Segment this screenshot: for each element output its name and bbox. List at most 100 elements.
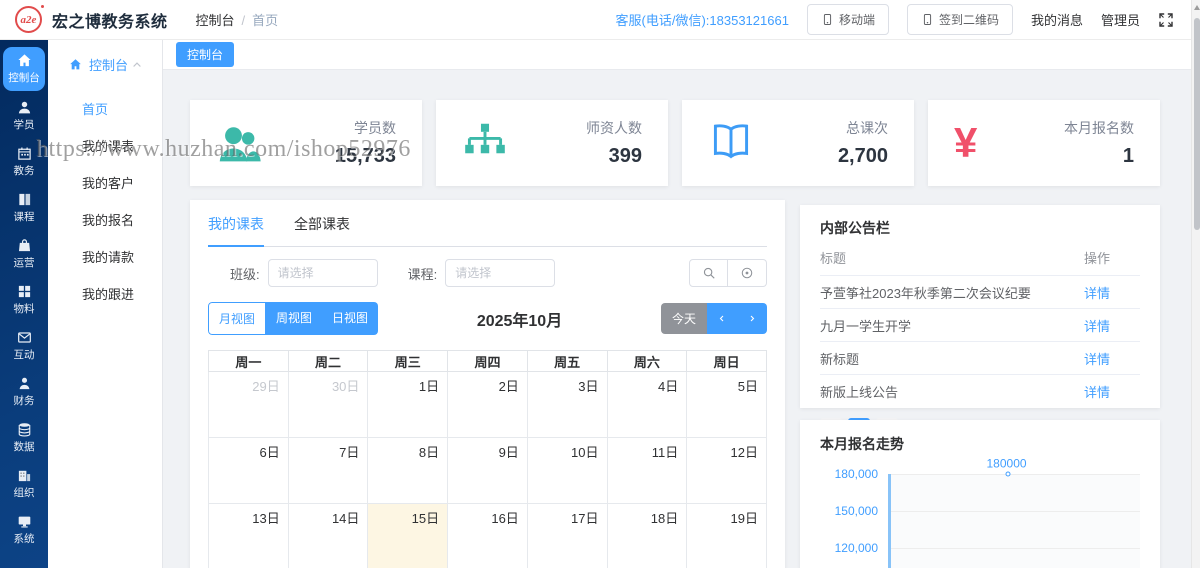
target-icon: [740, 266, 754, 280]
announcement-detail-link[interactable]: 详情: [1084, 316, 1140, 335]
sidebar-item-book[interactable]: 课程: [2, 187, 46, 229]
scrollbar-thumb[interactable]: [1193, 18, 1200, 230]
announcement-detail-link[interactable]: 详情: [1084, 382, 1140, 401]
calendar-day-cell[interactable]: 3日: [526, 371, 608, 438]
mobile-app-button[interactable]: 移动端: [806, 4, 889, 35]
reset-button[interactable]: [728, 259, 767, 287]
sidebar-item-database[interactable]: 数据: [2, 417, 46, 459]
calendar-day-cell[interactable]: 4日: [606, 371, 688, 438]
tab-strip: 控制台: [163, 40, 1192, 70]
sidebar-item-home[interactable]: 控制台: [3, 47, 45, 91]
calendar-day-cell[interactable]: 17日: [526, 503, 608, 568]
stat-card-students: 学员数 15,733: [190, 100, 422, 186]
weekday-header: 周五: [526, 350, 608, 372]
calendar-day-cell[interactable]: 7日: [287, 437, 369, 504]
calendar-day-cell[interactable]: 14日: [287, 503, 369, 568]
my-messages-link[interactable]: 我的消息: [1031, 10, 1083, 29]
calendar-toolbar: 月视图 周视图 日视图 2025年10月 今天: [208, 302, 767, 335]
calendar-day-cell[interactable]: 1日: [367, 371, 449, 438]
schedule-tab-1[interactable]: 全部课表: [294, 214, 350, 246]
stat-value: 15,733: [334, 145, 396, 167]
username-menu[interactable]: 管理员: [1101, 10, 1140, 29]
chevron-up-icon[interactable]: [131, 59, 143, 71]
calendar-day-cell[interactable]: 12日: [686, 437, 767, 504]
app-window: a2e 宏之博教务系统 控制台 / 首页 客服(电话/微信):18353121661…: [0, 0, 1200, 568]
calendar-day-cell[interactable]: 8日: [367, 437, 449, 504]
calendar-month-title: 2025年10月: [476, 312, 563, 330]
calendar-day-cell[interactable]: 10日: [526, 437, 608, 504]
breadcrumb-root[interactable]: 控制台: [196, 13, 235, 28]
sidebar-item-calendar[interactable]: 教务: [2, 141, 46, 183]
sidebar-item-user[interactable]: 学员: [2, 95, 46, 137]
calendar-day-cell[interactable]: 13日: [208, 503, 289, 568]
sidebar-item-org[interactable]: 组织: [2, 463, 46, 505]
user-icon: [17, 100, 32, 115]
submenu-item[interactable]: 首页: [48, 90, 162, 127]
announcement-detail-link[interactable]: 详情: [1084, 349, 1140, 368]
submenu-item[interactable]: 我的报名: [48, 201, 162, 238]
y-axis-tick: 120,000: [834, 541, 878, 555]
calendar-day-cell[interactable]: 9日: [447, 437, 528, 504]
view-button-2[interactable]: 日视图: [322, 302, 379, 335]
trend-chart: 180,000 150,000 120,000 180000: [820, 457, 1140, 568]
calendar-day-cell[interactable]: 30日: [287, 371, 369, 438]
class-filter-label: 班级:: [230, 266, 260, 282]
search-button[interactable]: [689, 259, 728, 287]
sidebar-item-mail[interactable]: 互动: [2, 325, 46, 367]
view-button-1[interactable]: 周视图: [266, 302, 323, 335]
chart-data-point[interactable]: 180000: [986, 457, 1027, 477]
sidebar-item-finance[interactable]: 财务: [2, 371, 46, 413]
fullscreen-icon[interactable]: [1158, 12, 1174, 28]
prev-month-button[interactable]: [707, 303, 737, 334]
sidebar-item-label: 互动: [13, 349, 35, 361]
weekday-header: 周三: [367, 350, 449, 372]
scrollbar-up-arrow[interactable]: [1194, 5, 1200, 10]
lessons-icon: [708, 120, 754, 166]
today-button[interactable]: 今天: [660, 303, 707, 334]
tab-console[interactable]: 控制台: [176, 42, 235, 67]
page-scrollbar[interactable]: [1191, 0, 1200, 568]
chevron-right-icon: [748, 313, 756, 324]
yuan-icon: ¥: [954, 119, 978, 166]
submenu-item[interactable]: 我的请款: [48, 238, 162, 275]
calendar-day-cell[interactable]: 15日: [367, 503, 449, 568]
calendar-day-cell[interactable]: 6日: [208, 437, 289, 504]
sidebar-item-label: 系统: [13, 533, 35, 545]
class-select[interactable]: [267, 259, 378, 287]
submenu-item[interactable]: 我的跟进: [48, 275, 162, 312]
announcements-header: 标题 操作: [820, 238, 1140, 275]
trend-title: 本月报名走势: [820, 436, 904, 452]
sidebar-item-monitor[interactable]: 系统: [2, 509, 46, 551]
calendar-day-cell[interactable]: 18日: [606, 503, 688, 568]
stat-card-yuan: ¥ 本月报名数 1: [928, 100, 1160, 186]
announcement-detail-link[interactable]: 详情: [1084, 283, 1140, 302]
view-button-0[interactable]: 月视图: [208, 302, 267, 335]
book-icon: [17, 192, 32, 207]
sidebar-item-grid[interactable]: 物料: [2, 279, 46, 321]
sidebar-item-label: 财务: [13, 395, 35, 407]
calendar-day-cell[interactable]: 19日: [686, 503, 767, 568]
chart-plot-area: 180000: [888, 457, 1140, 568]
weekday-header: 周二: [287, 350, 369, 372]
course-select[interactable]: [445, 259, 556, 287]
next-month-button[interactable]: [737, 303, 767, 334]
header-right: 客服(电话/微信):18353121661 移动端 签到二维码 我的消息 管理员: [616, 4, 1200, 35]
submenu-item[interactable]: 我的课表: [48, 127, 162, 164]
schedule-tab-0[interactable]: 我的课表: [208, 214, 264, 247]
sidebar-item-bag[interactable]: 运营: [2, 233, 46, 275]
view-toggle-group: 月视图 周视图 日视图: [208, 302, 379, 335]
submenu-header[interactable]: 控制台: [48, 40, 162, 74]
app-title: 宏之博教务系统: [52, 13, 168, 31]
calendar-day-cell[interactable]: 29日: [208, 371, 289, 438]
schedule-card: 我的课表全部课表 班级: 课程: 月视图周视图日视图 2025年10月 今天 周…: [190, 200, 785, 568]
service-contact[interactable]: 客服(电话/微信):18353121661: [616, 10, 789, 29]
calendar-day-cell[interactable]: 2日: [447, 371, 528, 438]
announcement-title: 新标题: [820, 351, 860, 367]
y-axis-tick: 150,000: [834, 504, 878, 518]
calendar-day-cell[interactable]: 5日: [686, 371, 767, 438]
submenu-item[interactable]: 我的客户: [48, 164, 162, 201]
signin-qrcode-button[interactable]: 签到二维码: [906, 4, 1013, 35]
calendar-day-cell[interactable]: 16日: [447, 503, 528, 568]
calendar-day-cell[interactable]: 11日: [606, 437, 688, 504]
submenu-sidebar: 控制台 首页 我的课表 我的客户 我的报名 我的请款 我的跟进: [48, 40, 163, 568]
